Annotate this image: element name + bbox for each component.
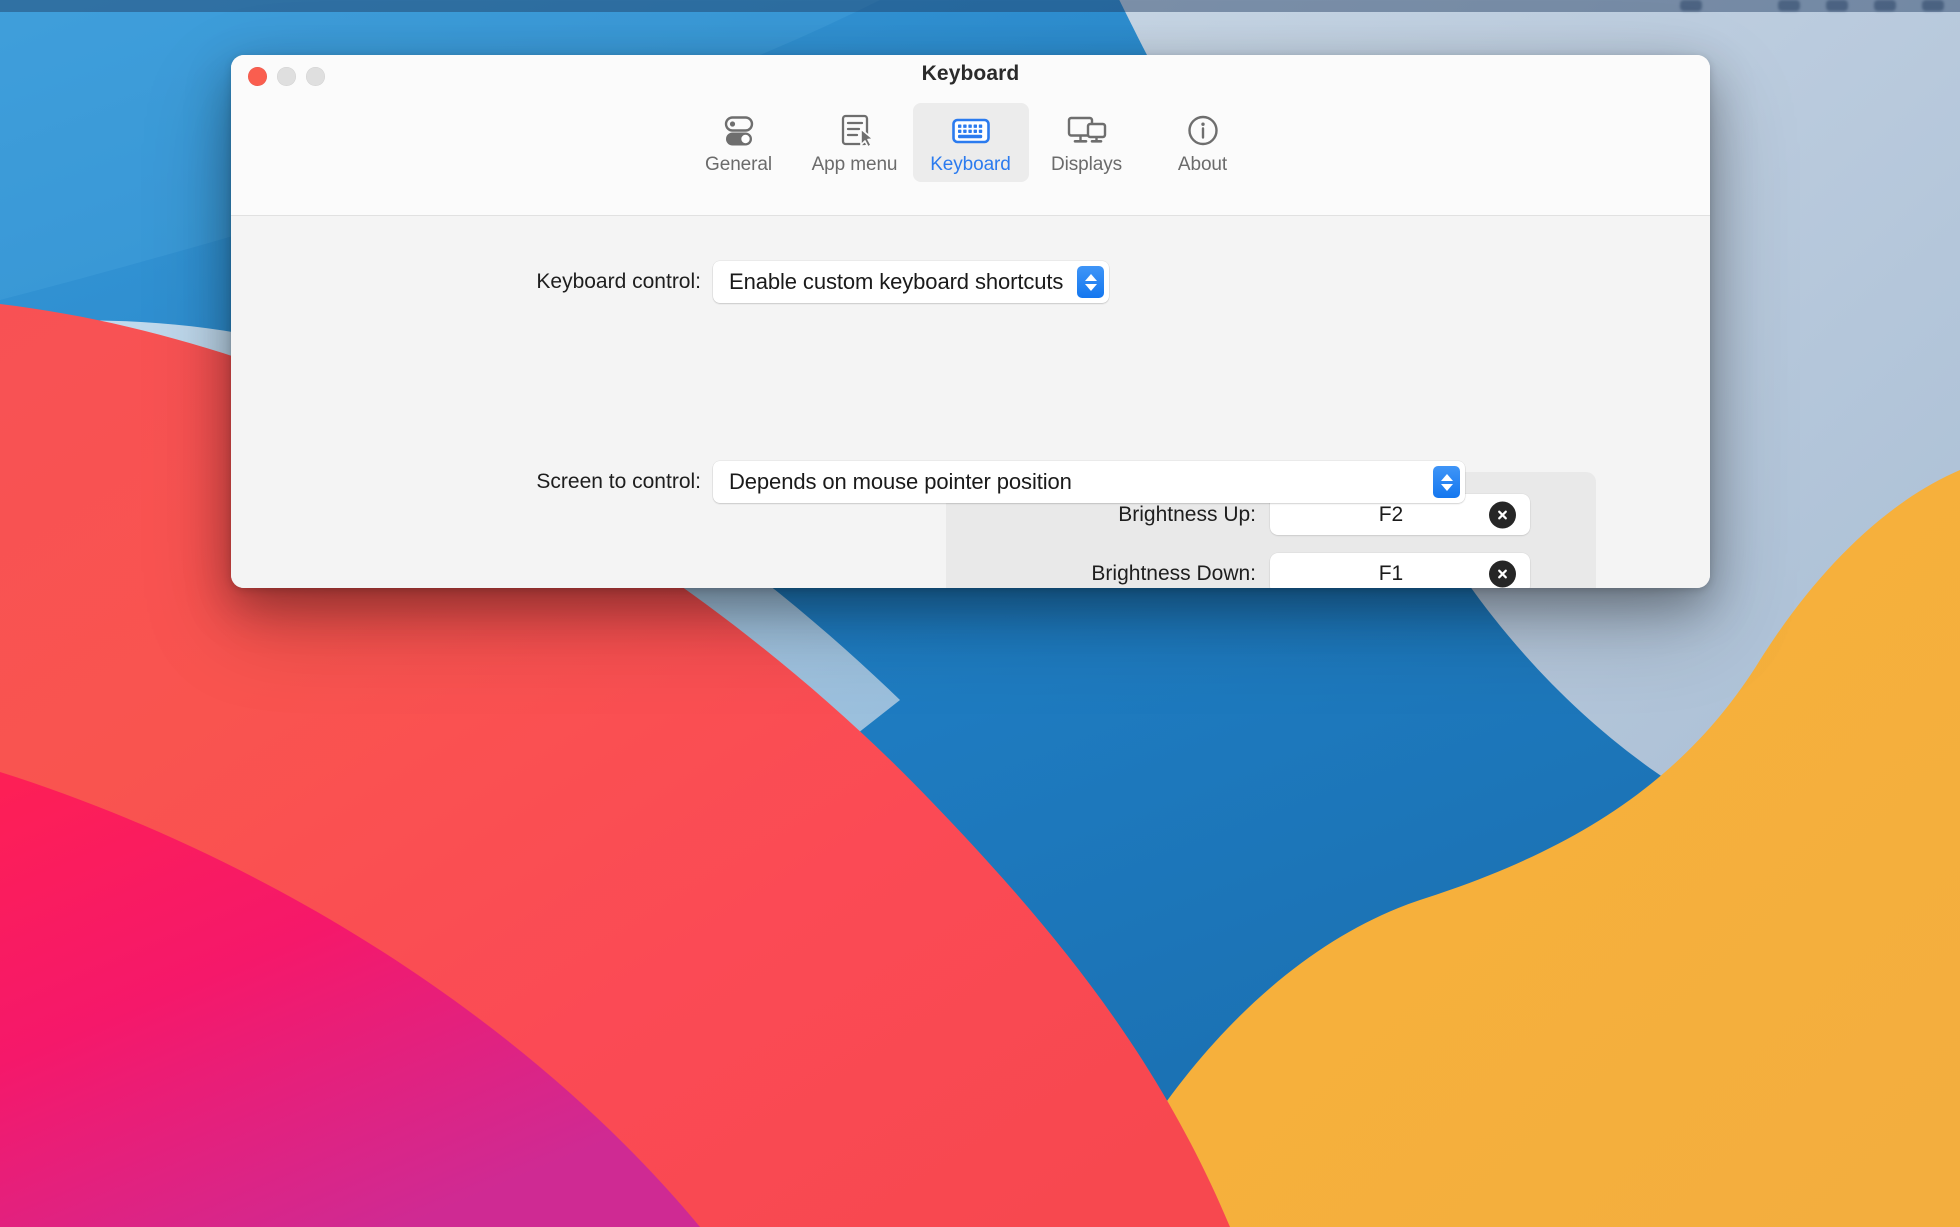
keyboard-control-select[interactable]: Enable custom keyboard shortcuts bbox=[713, 261, 1110, 303]
tab-about[interactable]: About bbox=[1145, 103, 1261, 182]
tab-general-label: General bbox=[705, 154, 772, 175]
brightness-down-shortcut-value: F1 bbox=[1378, 561, 1404, 585]
window-title-bar[interactable]: Keyboard General App menu Keyboard Displ… bbox=[231, 55, 1710, 216]
preferences-content: Keyboard control: Enable custom keyboard… bbox=[231, 216, 1710, 588]
toolbar-tabs: General App menu Keyboard Displays About bbox=[231, 103, 1710, 182]
brightness-down-shortcut-field[interactable]: F1 bbox=[1270, 553, 1530, 588]
menu-bar-icon bbox=[1922, 0, 1944, 11]
shortcut-row-brightness-down: Brightness Down: F1 bbox=[946, 553, 1530, 588]
keyboard-icon bbox=[945, 110, 997, 152]
screen-to-control-value: Depends on mouse pointer position bbox=[729, 469, 1072, 494]
tab-keyboard-label: Keyboard bbox=[930, 154, 1011, 175]
tab-keyboard[interactable]: Keyboard bbox=[912, 103, 1029, 182]
clear-icon[interactable] bbox=[1489, 560, 1516, 587]
menu-bar-icon bbox=[1778, 0, 1800, 11]
brightness-down-label: Brightness Down: bbox=[1091, 561, 1256, 585]
keyboard-control-value: Enable custom keyboard shortcuts bbox=[729, 269, 1064, 294]
tab-displays[interactable]: Displays bbox=[1029, 103, 1145, 182]
displays-icon bbox=[1061, 110, 1113, 152]
tab-app-menu-label: App menu bbox=[811, 154, 898, 175]
keyboard-control-row: Keyboard control: Enable custom keyboard… bbox=[231, 261, 1710, 303]
chevron-updown-icon[interactable] bbox=[1077, 266, 1105, 298]
menu-bar-icon bbox=[1874, 0, 1896, 11]
screen-to-control-label: Screen to control: bbox=[536, 470, 701, 493]
menu-bar-strip bbox=[0, 0, 1960, 12]
clear-icon[interactable] bbox=[1489, 501, 1516, 528]
screen-to-control-select[interactable]: Depends on mouse pointer position bbox=[713, 461, 1465, 503]
tab-app-menu[interactable]: App menu bbox=[797, 103, 913, 182]
tab-about-label: About bbox=[1177, 154, 1228, 175]
document-cursor-icon bbox=[829, 110, 881, 152]
tab-displays-label: Displays bbox=[1051, 154, 1122, 175]
brightness-up-label: Brightness Up: bbox=[1118, 502, 1256, 526]
desktop: Keyboard General App menu Keyboard Displ… bbox=[0, 0, 1960, 1227]
toggles-icon bbox=[713, 110, 765, 152]
tab-general[interactable]: General bbox=[681, 103, 797, 182]
keyboard-preferences-window: Keyboard General App menu Keyboard Displ… bbox=[231, 55, 1710, 588]
info-circle-icon bbox=[1177, 110, 1229, 152]
screen-to-control-row: Screen to control: Depends on mouse poin… bbox=[231, 461, 1710, 503]
menu-bar-icon bbox=[1826, 0, 1848, 11]
keyboard-control-label: Keyboard control: bbox=[536, 270, 701, 293]
brightness-up-shortcut-value: F2 bbox=[1378, 502, 1404, 526]
menu-bar-icon bbox=[1680, 0, 1702, 11]
page-title: Keyboard bbox=[921, 62, 1020, 85]
chevron-updown-icon[interactable] bbox=[1433, 466, 1460, 498]
